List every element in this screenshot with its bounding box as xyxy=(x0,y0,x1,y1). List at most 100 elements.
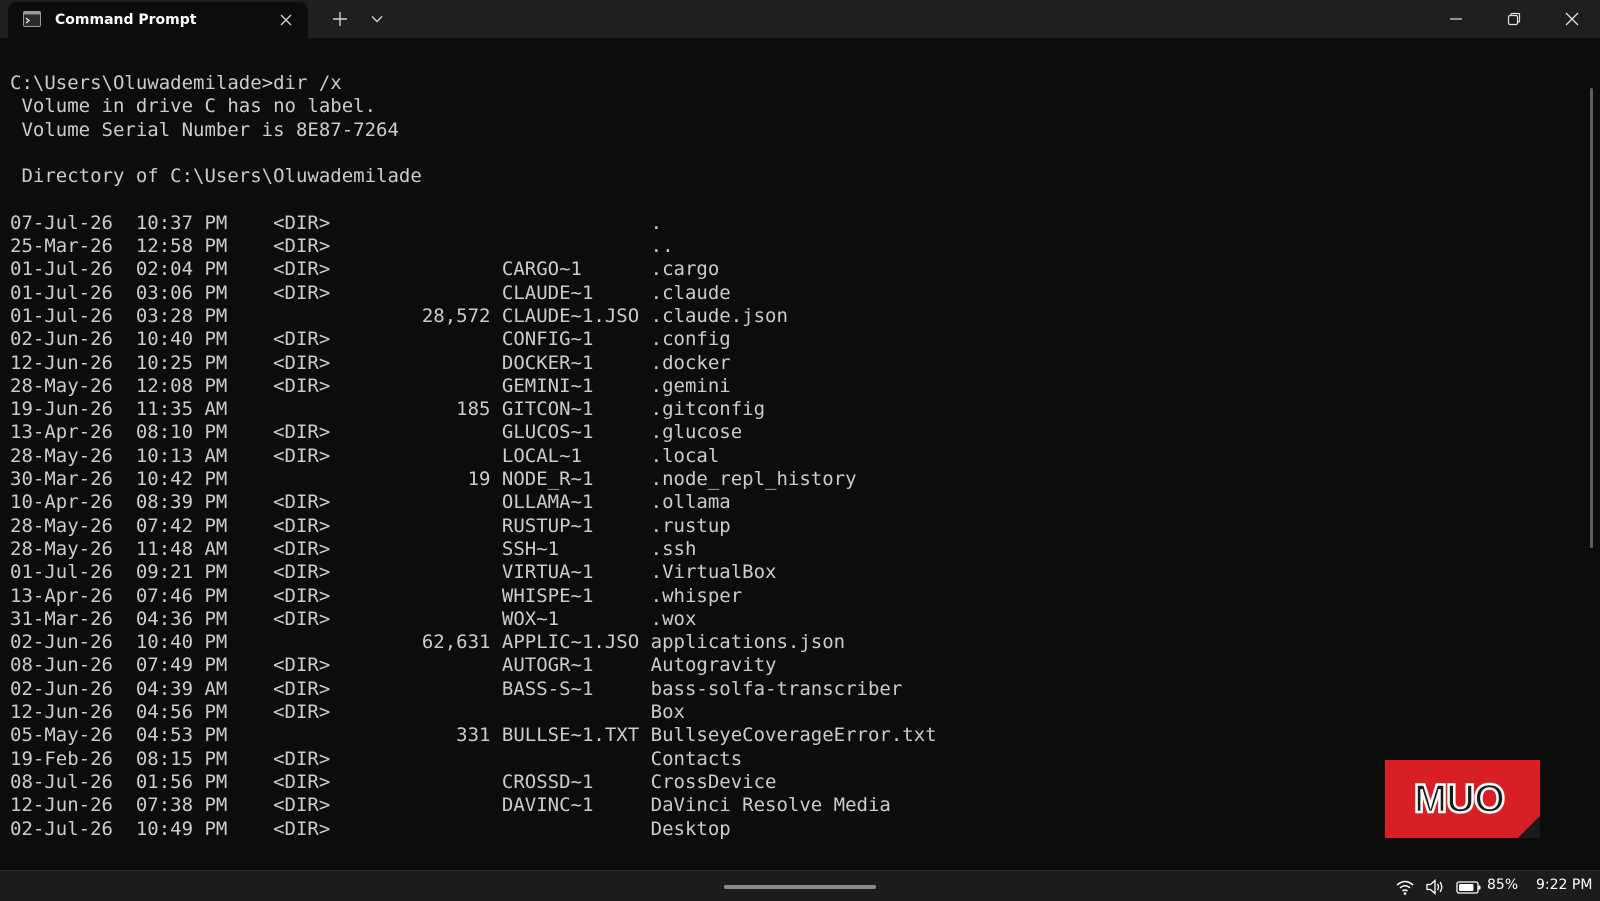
title-bar[interactable]: Command Prompt xyxy=(0,0,1600,38)
entry-name: .config xyxy=(650,328,731,351)
command-line: C:\Users\Oluwademilade>dir /x xyxy=(10,72,342,94)
entry-short-name: NODE_R~1 xyxy=(501,468,651,491)
entry-size: <DIR> xyxy=(227,421,502,444)
entry-time: 08:39 PM xyxy=(135,491,228,514)
entry-date: 01-Jul-26 xyxy=(10,258,136,281)
entry-time: 04:36 PM xyxy=(135,607,228,630)
entry-size: <DIR> xyxy=(227,794,502,817)
battery-icon[interactable] xyxy=(1456,878,1482,896)
entry-name: .gitconfig xyxy=(650,398,766,421)
entry-time: 01:56 PM xyxy=(135,770,228,793)
chevron-down-icon xyxy=(371,16,383,23)
entry-time: 08:10 PM xyxy=(135,421,228,444)
entry-time: 04:56 PM xyxy=(135,701,228,724)
entry-name: .claude xyxy=(650,281,731,304)
taskbar: 85% 9:22 PM xyxy=(0,870,1600,901)
scrollbar-thumb[interactable] xyxy=(1590,88,1593,548)
entry-short-name: OLLAMA~1 xyxy=(501,491,651,514)
entry-time: 02:04 PM xyxy=(135,258,228,281)
entry-date: 02-Jun-26 xyxy=(10,631,136,654)
entry-date: 12-Jun-26 xyxy=(10,701,136,724)
entry-short-name: GLUCOS~1 xyxy=(501,421,651,444)
directory-entry: 08-Jun-26 07:49 PM <DIR> AUTOGR~1 Autogr… xyxy=(10,654,1570,677)
entry-name: applications.json xyxy=(650,631,846,654)
entry-date: 28-May-26 xyxy=(10,537,136,560)
terminal-output[interactable]: C:\Users\Oluwademilade>dir /x Volume in … xyxy=(10,72,1570,850)
entry-time: 10:40 PM xyxy=(135,631,228,654)
entry-date: 01-Jul-26 xyxy=(10,281,136,304)
restore-button[interactable] xyxy=(1486,0,1542,38)
entry-short-name: DAVINC~1 xyxy=(501,794,651,817)
entry-size: <DIR> xyxy=(227,770,502,793)
entry-time: 03:06 PM xyxy=(135,281,228,304)
entry-name: Desktop xyxy=(650,817,731,840)
battery-percentage: 85% xyxy=(1487,877,1519,893)
directory-entry: 19-Feb-26 08:15 PM <DIR> Contacts xyxy=(10,748,1570,771)
entry-date: 12-Jun-26 xyxy=(10,794,136,817)
directory-entry: 07-Jul-26 10:37 PM <DIR> . xyxy=(10,212,1570,235)
directory-entry: 02-Jul-26 10:49 PM <DIR> Desktop xyxy=(10,818,1570,841)
entry-date: 05-May-26 xyxy=(10,724,136,747)
directory-entry: 02-Jun-26 10:40 PM 62,631 APPLIC~1.JSO a… xyxy=(10,631,1570,654)
entry-short-name xyxy=(502,235,651,257)
directory-entry: 30-Mar-26 10:42 PM 19 NODE_R~1 .node_rep… xyxy=(10,468,1570,491)
entry-short-name: CARGO~1 xyxy=(501,258,651,281)
entry-time: 10:13 AM xyxy=(135,444,228,467)
entry-time: 04:53 PM xyxy=(135,724,228,747)
wifi-icon[interactable] xyxy=(1395,878,1415,896)
tab-title: Command Prompt xyxy=(55,12,197,28)
new-tab-button[interactable] xyxy=(327,6,353,32)
entry-short-name: APPLIC~1.JSO xyxy=(501,631,651,654)
volume-icon[interactable] xyxy=(1425,878,1445,896)
entry-name: Contacts xyxy=(650,747,743,770)
directory-entry: 12-Jun-26 07:38 PM <DIR> DAVINC~1 DaVinc… xyxy=(10,794,1570,817)
entry-size: <DIR> xyxy=(227,561,502,584)
entry-size: <DIR> xyxy=(227,654,502,677)
entry-size: <DIR> xyxy=(227,328,502,351)
entry-name: .local xyxy=(650,444,720,467)
svg-text:MUO: MUO xyxy=(1414,777,1504,821)
entry-name: .VirtualBox xyxy=(650,561,777,584)
directory-entry: 01-Jul-26 09:21 PM <DIR> VIRTUA~1 .Virtu… xyxy=(10,561,1570,584)
tab-dropdown-button[interactable] xyxy=(364,6,390,32)
output-line: Volume in drive C has no label. xyxy=(10,95,377,118)
directory-entry: 01-Jul-26 03:28 PM 28,572 CLAUDE~1.JSO .… xyxy=(10,305,1570,328)
directory-entry: 13-Apr-26 08:10 PM <DIR> GLUCOS~1 .gluco… xyxy=(10,421,1570,444)
close-tab-icon[interactable] xyxy=(276,10,296,30)
entry-short-name: VIRTUA~1 xyxy=(501,561,651,584)
entry-time: 10:40 PM xyxy=(135,328,228,351)
entry-size: <DIR> xyxy=(227,607,502,630)
clock[interactable]: 9:22 PM xyxy=(1536,877,1592,893)
entry-name: bass-solfa-transcriber xyxy=(650,677,903,700)
entry-time: 03:28 PM xyxy=(135,304,228,327)
terminal-icon xyxy=(23,11,41,27)
output-line: Directory of C:\Users\Oluwademilade xyxy=(10,165,422,188)
entry-short-name xyxy=(502,748,651,770)
entry-size: <DIR> xyxy=(227,491,502,514)
entry-size: 19 xyxy=(227,468,502,491)
entry-name: .glucose xyxy=(650,421,743,444)
entry-size: <DIR> xyxy=(227,374,502,397)
entry-time: 08:15 PM xyxy=(135,747,228,770)
entry-date: 19-Jun-26 xyxy=(10,398,136,421)
directory-entry: 28-May-26 07:42 PM <DIR> RUSTUP~1 .rustu… xyxy=(10,515,1570,538)
close-window-button[interactable] xyxy=(1544,0,1600,38)
entry-short-name xyxy=(502,818,651,840)
entry-date: 19-Feb-26 xyxy=(10,747,136,770)
entry-date: 10-Apr-26 xyxy=(10,491,136,514)
directory-entry: 08-Jul-26 01:56 PM <DIR> CROSSD~1 CrossD… xyxy=(10,771,1570,794)
entry-short-name: CLAUDE~1.JSO xyxy=(501,304,651,327)
entry-short-name: LOCAL~1 xyxy=(501,444,651,467)
entry-short-name: DOCKER~1 xyxy=(501,351,651,374)
entry-size: <DIR> xyxy=(227,211,502,234)
home-indicator[interactable] xyxy=(724,885,876,889)
entry-name: Autogravity xyxy=(650,654,777,677)
entry-name: .rustup xyxy=(650,514,731,537)
minimize-button[interactable] xyxy=(1428,0,1484,38)
directory-entry: 31-Mar-26 04:36 PM <DIR> WOX~1 .wox xyxy=(10,608,1570,631)
entry-date: 25-Mar-26 xyxy=(10,235,136,258)
output-line: Volume Serial Number is 8E87-7264 xyxy=(10,118,399,141)
tab-command-prompt[interactable]: Command Prompt xyxy=(8,2,308,38)
